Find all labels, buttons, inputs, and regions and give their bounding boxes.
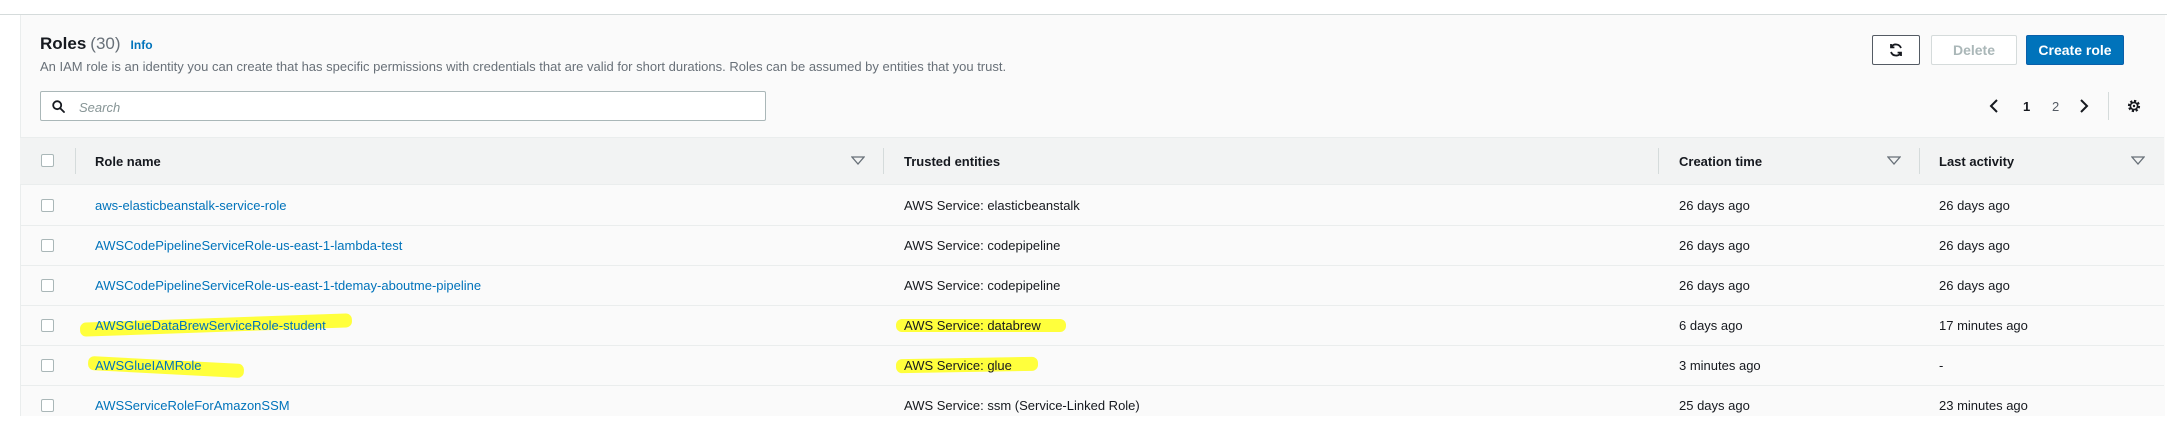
refresh-icon <box>1890 43 1902 57</box>
column-header-last-activity[interactable]: Last activity <box>1939 154 2014 169</box>
search-input[interactable] <box>77 96 751 118</box>
row-checkbox[interactable] <box>41 199 54 212</box>
page-title: Roles (30) Info <box>40 34 153 54</box>
last-activity-cell: 26 days ago <box>1939 238 2010 253</box>
search-box[interactable] <box>40 91 766 121</box>
role-name-link[interactable]: AWSGlueIAMRole <box>95 358 201 373</box>
trusted-entities-cell: AWS Service: elasticbeanstalk <box>904 198 1080 213</box>
role-name-link[interactable]: AWSServiceRoleForAmazonSSM <box>95 398 290 413</box>
title-text: Roles <box>40 34 87 53</box>
trusted-entities-cell: AWS Service: ssm (Service-Linked Role) <box>904 398 1140 413</box>
delete-button[interactable]: Delete <box>1931 35 2017 65</box>
row-checkbox[interactable] <box>41 279 54 292</box>
creation-time-cell: 6 days ago <box>1679 318 1743 333</box>
roles-count: (30) <box>90 34 121 53</box>
page-1-button[interactable]: 1 <box>2023 95 2030 117</box>
trusted-entities-cell: AWS Service: codepipeline <box>904 238 1061 253</box>
page-description: An IAM role is an identity you can creat… <box>40 59 1007 74</box>
column-header-creation-time[interactable]: Creation time <box>1679 154 1762 169</box>
create-role-button[interactable]: Create role <box>2026 35 2124 65</box>
last-activity-cell: 26 days ago <box>1939 198 2010 213</box>
sort-icon[interactable] <box>2131 156 2145 165</box>
select-all-checkbox[interactable] <box>41 154 54 167</box>
column-divider <box>1919 148 1920 174</box>
column-header-role-name[interactable]: Role name <box>95 154 161 169</box>
table-row <box>20 306 2164 346</box>
trusted-entities-cell: AWS Service: databrew <box>904 318 1041 333</box>
creation-time-cell: 26 days ago <box>1679 198 1750 213</box>
role-name-link[interactable]: AWSGlueDataBrewServiceRole-student <box>95 318 326 333</box>
last-activity-cell: 23 minutes ago <box>1939 398 2028 413</box>
row-checkbox[interactable] <box>41 399 54 412</box>
row-checkbox[interactable] <box>41 359 54 372</box>
column-divider <box>75 148 76 174</box>
role-name-link[interactable]: aws-elasticbeanstalk-service-role <box>95 198 286 213</box>
last-activity-cell: - <box>1939 358 1944 373</box>
column-divider <box>883 148 884 174</box>
preferences-button[interactable] <box>2126 95 2142 117</box>
search-icon <box>52 100 65 113</box>
row-checkbox[interactable] <box>41 319 54 332</box>
creation-time-cell: 3 minutes ago <box>1679 358 1761 373</box>
gear-icon <box>2127 99 2141 113</box>
creation-time-cell: 26 days ago <box>1679 278 1750 293</box>
last-activity-cell: 17 minutes ago <box>1939 318 2028 333</box>
info-link[interactable]: Info <box>131 38 153 52</box>
role-name-link[interactable]: AWSCodePipelineServiceRole-us-east-1-lam… <box>95 238 402 253</box>
creation-time-cell: 26 days ago <box>1679 238 1750 253</box>
column-header-trusted-entities[interactable]: Trusted entities <box>904 154 1000 169</box>
refresh-button[interactable] <box>1872 35 1920 65</box>
chevron-left-icon <box>1989 99 1998 113</box>
table-header <box>20 137 2164 185</box>
next-page-button[interactable] <box>2079 95 2089 117</box>
role-name-link[interactable]: AWSCodePipelineServiceRole-us-east-1-tde… <box>95 278 481 293</box>
chevron-right-icon <box>2080 99 2089 113</box>
column-divider <box>1658 148 1659 174</box>
table-row <box>20 346 2164 386</box>
page-2-button[interactable]: 2 <box>2052 95 2059 117</box>
row-checkbox[interactable] <box>41 239 54 252</box>
trusted-entities-cell: AWS Service: codepipeline <box>904 278 1061 293</box>
sort-icon[interactable] <box>1887 156 1901 165</box>
creation-time-cell: 25 days ago <box>1679 398 1750 413</box>
last-activity-cell: 26 days ago <box>1939 278 2010 293</box>
pager-divider <box>2108 92 2109 120</box>
trusted-entities-cell: AWS Service: glue <box>904 358 1012 373</box>
table-row <box>20 186 2164 226</box>
sort-icon[interactable] <box>851 156 865 165</box>
previous-page-button[interactable] <box>1989 95 1999 117</box>
